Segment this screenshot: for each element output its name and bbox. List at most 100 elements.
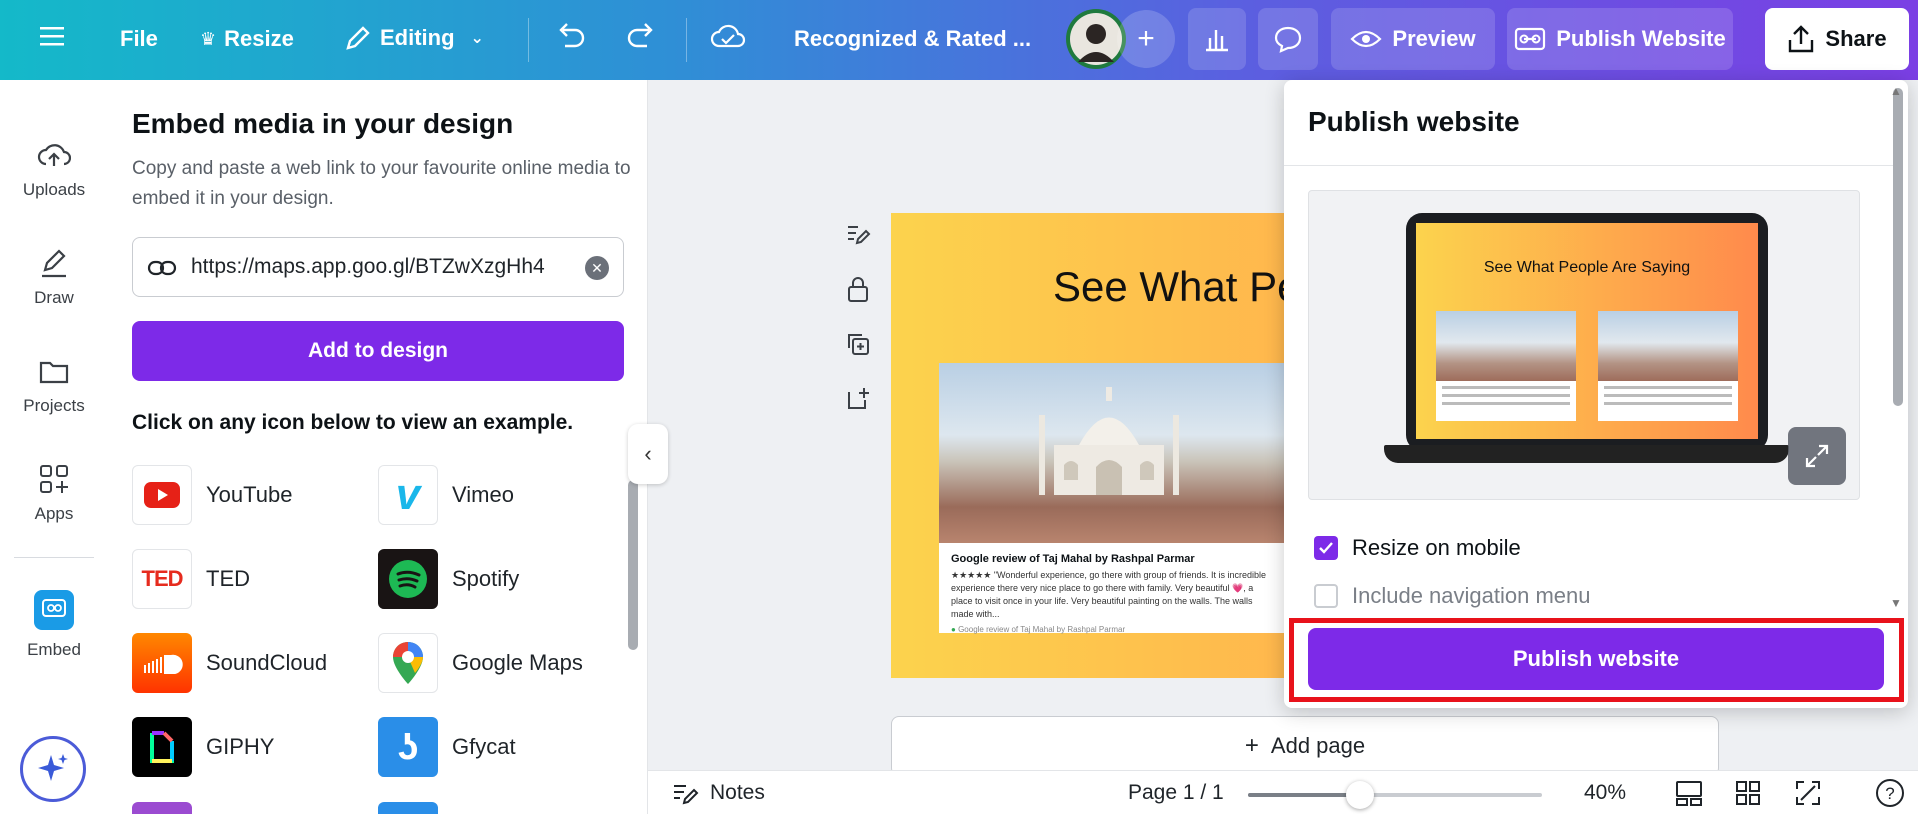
resize-on-mobile-checkbox[interactable]: Resize on mobile <box>1314 535 1521 561</box>
media-item-gfycat[interactable]: ʖ Gfycat <box>378 717 516 777</box>
preview-button[interactable]: Preview <box>1331 8 1495 70</box>
resize-label: Resize <box>224 26 294 51</box>
notes-button[interactable]: Notes <box>672 781 765 805</box>
media-item-ted[interactable]: TED TED <box>132 549 250 609</box>
media-item-soundcloud[interactable]: SoundCloud <box>132 633 327 693</box>
rail-item-projects[interactable]: Projects <box>0 354 108 416</box>
bottom-bar: Notes Page 1 / 1 40% ? <box>648 770 1918 814</box>
zoom-level-label: 40% <box>1584 781 1627 804</box>
map-pin-icon: ● <box>951 625 956 634</box>
popup-title: Publish website <box>1308 106 1520 137</box>
publish-website-button[interactable]: Publish Website <box>1507 8 1733 70</box>
scroll-up-icon[interactable]: ▲ <box>1890 84 1902 98</box>
redo-icon[interactable] <box>625 22 657 52</box>
media-item-vimeo[interactable]: v Vimeo <box>378 465 514 525</box>
page-heading[interactable]: See What People Are Saying <box>1053 263 1291 311</box>
fullscreen-icon[interactable] <box>1794 779 1822 807</box>
rail-item-apps[interactable]: Apps <box>0 462 108 524</box>
svg-text:?: ? <box>1885 784 1894 803</box>
plus-icon: + <box>1244 732 1259 759</box>
media-item-partial <box>132 802 192 814</box>
media-item-giphy[interactable]: GIPHY <box>132 717 274 777</box>
collapse-panel-button[interactable]: ‹ <box>628 424 668 484</box>
add-collaborator-button[interactable]: + <box>1117 10 1175 68</box>
media-item-youtube[interactable]: YouTube <box>132 465 292 525</box>
media-label: Google Maps <box>452 650 583 675</box>
lock-icon[interactable] <box>840 271 876 307</box>
help-icon[interactable]: ? <box>1874 777 1906 809</box>
page-indicator[interactable]: Page 1 / 1 <box>1128 781 1224 805</box>
youtube-icon <box>132 465 192 525</box>
review-text: ★★★★★ "Wonderful experience, go there wi… <box>951 570 1267 619</box>
grid-view-icon[interactable] <box>1734 779 1762 807</box>
clear-icon[interactable]: ✕ <box>585 256 609 280</box>
design-title[interactable]: Recognized & Rated ... <box>794 26 1031 52</box>
media-label: GIPHY <box>206 734 275 759</box>
undo-icon[interactable] <box>555 22 587 52</box>
media-label: SoundCloud <box>206 650 328 675</box>
media-label: Gfycat <box>452 734 516 759</box>
media-item-spotify[interactable]: Spotify <box>378 549 519 609</box>
crown-icon: ♛ <box>200 28 217 49</box>
media-label: TED <box>206 566 250 591</box>
preview-page: See What People Are Saying <box>1416 223 1758 439</box>
review-source-label: Google review of Taj Mahal by Rashpal Pa… <box>958 625 1126 634</box>
edit-notes-icon[interactable] <box>840 216 876 252</box>
editing-dropdown[interactable]: Editing ⌄ <box>344 24 484 52</box>
resize-on-mobile-label: Resize on mobile <box>1352 535 1521 560</box>
scroll-down-icon[interactable]: ▼ <box>1890 596 1902 610</box>
duplicate-page-icon[interactable] <box>840 326 876 362</box>
embed-panel: Embed media in your design Copy and past… <box>108 80 648 814</box>
popup-scrollbar[interactable] <box>1893 88 1903 406</box>
review-card[interactable]: Google review of Taj Mahal by Rashpal Pa… <box>939 363 1284 634</box>
embed-icon <box>34 590 74 630</box>
page-view-icon[interactable] <box>1674 779 1704 807</box>
panel-description: Copy and paste a web link to your favour… <box>132 158 631 209</box>
zoom-level[interactable]: 40% <box>1584 781 1626 805</box>
rail-item-draw[interactable]: Draw <box>0 246 108 308</box>
rail-item-uploads[interactable]: Uploads <box>0 138 108 200</box>
design-page[interactable]: See What People Are Saying Google review… <box>891 213 1291 678</box>
share-label: Share <box>1825 26 1887 51</box>
panel-scrollbar[interactable] <box>628 480 638 650</box>
pencil-icon <box>346 26 370 50</box>
divider <box>686 18 687 62</box>
rail-label: Projects <box>23 396 85 415</box>
file-label: File <box>120 26 158 51</box>
menu-icon[interactable] <box>40 24 68 48</box>
magic-ai-button[interactable] <box>20 736 86 802</box>
draw-pen-icon <box>42 249 66 278</box>
expand-preview-button[interactable] <box>1788 427 1846 485</box>
resize-button[interactable]: ♛ Resize <box>200 26 294 52</box>
rail-item-embed[interactable]: Embed <box>0 590 108 660</box>
link-icon <box>1515 27 1546 51</box>
left-rail: Uploads Draw Projects Apps Embed <box>0 80 108 814</box>
include-navigation-menu-label: Include navigation menu <box>1352 583 1591 608</box>
insights-button[interactable] <box>1188 8 1246 70</box>
file-menu[interactable]: File <box>120 26 158 52</box>
page-tools <box>840 216 876 436</box>
add-page-button[interactable]: + Add page <box>891 716 1719 776</box>
sparkle-icon <box>38 754 68 781</box>
zoom-slider-handle[interactable] <box>1345 781 1374 809</box>
include-navigation-menu-checkbox[interactable]: Include navigation menu <box>1314 583 1591 609</box>
share-button[interactable]: Share <box>1765 8 1909 70</box>
plus-icon: + <box>1137 22 1155 55</box>
zoom-slider-fill <box>1248 793 1360 797</box>
media-item-google-maps[interactable]: Google Maps <box>378 633 583 693</box>
link-icon <box>147 260 177 276</box>
add-page-icon[interactable] <box>840 381 876 417</box>
url-input[interactable]: https://maps.app.goo.gl/BTZwXzgHh4 ✕ <box>132 237 624 297</box>
zoom-slider[interactable] <box>1248 781 1542 809</box>
top-bar: File ♛ Resize Editing ⌄ Recognized & Rat… <box>0 0 1918 80</box>
rail-label: Draw <box>34 288 74 307</box>
cloud-saved-icon[interactable] <box>710 22 746 52</box>
media-label: YouTube <box>206 482 293 507</box>
add-to-design-button[interactable]: Add to design <box>132 321 624 381</box>
apps-grid-icon <box>40 465 68 493</box>
notes-icon <box>674 785 699 805</box>
preview-card <box>1598 311 1738 421</box>
rail-label: Embed <box>27 640 81 659</box>
comments-button[interactable] <box>1258 8 1318 70</box>
rail-label: Uploads <box>22 180 86 199</box>
